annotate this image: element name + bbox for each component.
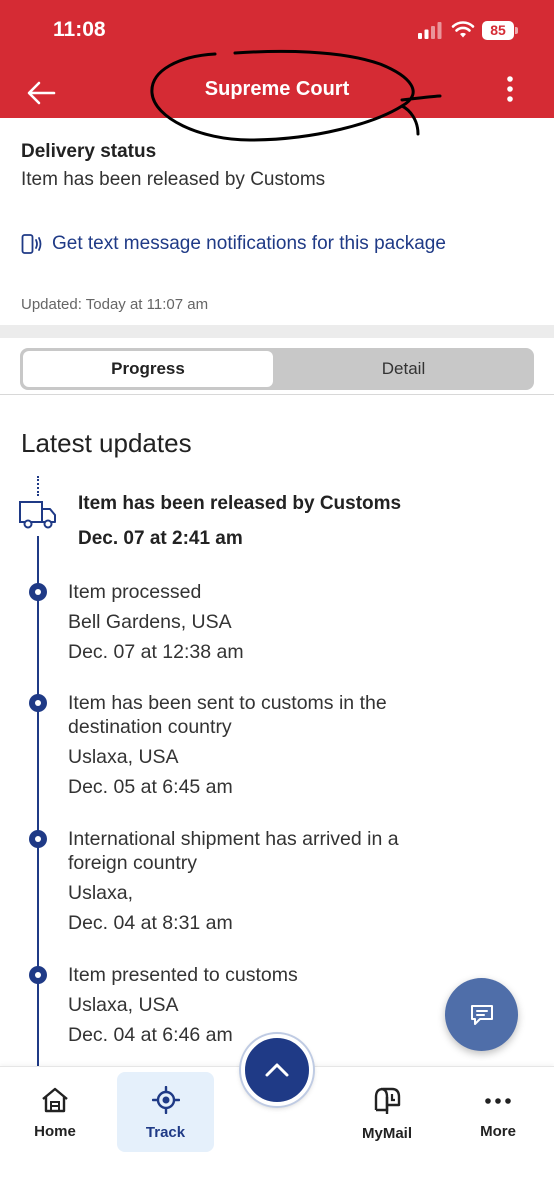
delivery-status-label: Delivery status [21, 141, 157, 162]
timeline-event: Item has been sent to customs in the des… [68, 691, 448, 799]
tab-detail[interactable]: Detail [276, 351, 531, 387]
nav-track-label: Track [145, 1124, 186, 1141]
timeline-event: Item presented to customs Uslaxa, USA De… [68, 963, 448, 1047]
event-title: Item has been sent to customs in the des… [68, 692, 387, 738]
text-notification-link[interactable]: Get text message notifications for this … [21, 232, 446, 256]
chevron-up-icon [265, 1063, 289, 1077]
nav-home-label: Home [34, 1123, 76, 1140]
nav-home[interactable]: Home [5, 1067, 105, 1157]
battery-level: 85 [490, 22, 506, 38]
mailbox-icon [374, 1087, 401, 1114]
updated-timestamp: Updated: Today at 11:07 am [21, 296, 209, 313]
event-date: Dec. 05 at 6:45 am [68, 776, 233, 798]
tab-progress[interactable]: Progress [23, 351, 273, 387]
nav-mymail-label: MyMail [361, 1125, 412, 1142]
nav-more[interactable]: More [448, 1067, 548, 1157]
view-toggle: Progress Detail [20, 348, 534, 390]
timeline-event: Item processed Bell Gardens, USA Dec. 07… [68, 580, 448, 664]
more-horizontal-icon [485, 1098, 511, 1104]
event-date: Dec. 04 at 8:31 am [68, 912, 233, 934]
timeline-dot [29, 966, 47, 984]
chat-button[interactable] [445, 978, 518, 1051]
chat-bubble-icon [470, 1004, 493, 1025]
scroll-up-button[interactable] [241, 1034, 313, 1106]
phone-vibrate-icon [21, 234, 42, 254]
event-location: Uslaxa, USA [68, 746, 179, 768]
timeline-line [37, 536, 39, 1066]
wifi-icon [451, 21, 475, 38]
nav-mymail[interactable]: MyMail [337, 1067, 437, 1157]
event-title: Item processed [68, 581, 202, 603]
cellular-signal-icon [418, 22, 442, 39]
battery-icon: 85 [482, 21, 518, 40]
handwritten-scribble [150, 49, 442, 142]
delivery-status-value: Item has been released by Customs [21, 169, 326, 190]
timeline-dot [29, 830, 47, 848]
timeline-dotted-line [37, 476, 39, 496]
event-location: Uslaxa, [68, 882, 134, 904]
notification-link-text[interactable]: Get text message notifications for this … [52, 233, 446, 255]
timeline-dot [29, 583, 47, 601]
home-icon [42, 1087, 68, 1113]
event-title: Item presented to customs [68, 964, 298, 986]
track-icon [151, 1086, 180, 1114]
timeline-event: International shipment has arrived in a … [68, 827, 448, 935]
event-location: Bell Gardens, USA [68, 611, 232, 633]
latest-event-date: Dec. 07 at 2:41 am [78, 528, 243, 549]
delivery-truck-icon [19, 501, 56, 529]
nav-track[interactable]: Track [117, 1072, 214, 1152]
event-date: Dec. 07 at 12:38 am [68, 641, 244, 663]
section-divider [0, 325, 554, 338]
latest-updates-heading: Latest updates [21, 428, 192, 458]
divider [0, 394, 554, 395]
more-vertical-icon[interactable] [500, 74, 520, 106]
event-location: Uslaxa, USA [68, 994, 179, 1016]
nav-more-label: More [480, 1123, 516, 1140]
event-title: International shipment has arrived in a … [68, 828, 399, 874]
latest-event-title: Item has been released by Customs [78, 493, 402, 514]
timeline-dot [29, 694, 47, 712]
status-time: 11:08 [53, 18, 106, 41]
